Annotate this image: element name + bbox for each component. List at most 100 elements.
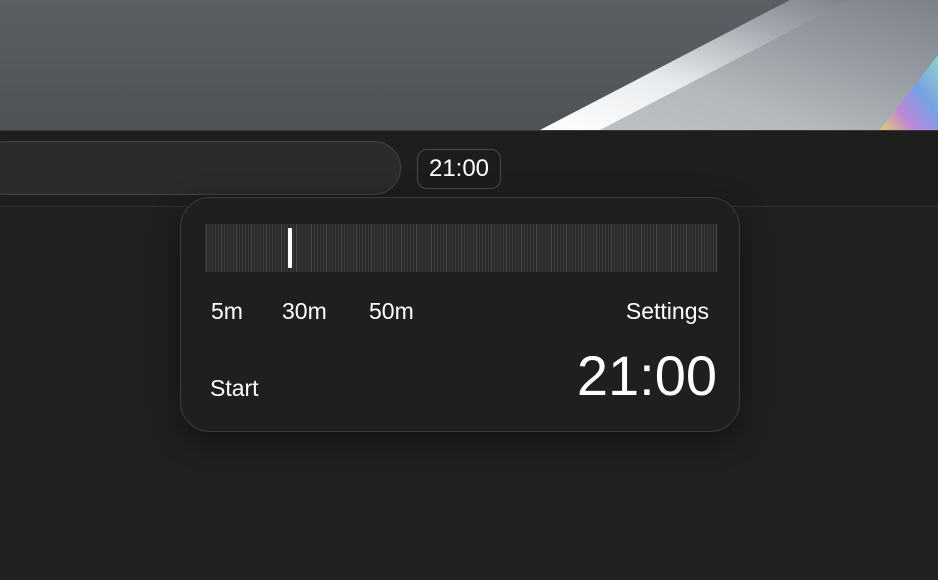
timer-time-chip[interactable]: 21:00	[417, 149, 501, 189]
slider-tick	[365, 224, 366, 272]
slider-tick	[707, 224, 708, 272]
slider-tick	[266, 224, 267, 272]
slider-tick	[272, 224, 273, 272]
start-button[interactable]: Start	[210, 375, 259, 401]
slider-tick	[575, 224, 576, 272]
slider-tick	[536, 224, 537, 272]
slider-tick	[710, 224, 711, 272]
slider-tick	[686, 224, 687, 272]
top-toolbar: 21:00	[0, 130, 938, 207]
slider-tick	[308, 224, 309, 272]
slider-tick	[506, 224, 507, 272]
slider-tick	[401, 224, 402, 272]
slider-tick	[659, 224, 660, 272]
slider-tick	[377, 224, 378, 272]
slider-tick	[413, 224, 414, 272]
slider-tick	[452, 224, 453, 272]
slider-tick	[539, 224, 540, 272]
slider-tick	[341, 224, 342, 272]
slider-tick	[611, 224, 612, 272]
preset-5m[interactable]: 5m	[211, 298, 243, 324]
duration-slider[interactable]	[205, 224, 717, 272]
slider-tick	[512, 224, 513, 272]
slider-tick	[638, 224, 639, 272]
slider-tick	[302, 224, 303, 272]
slider-tick	[689, 224, 690, 272]
slider-tick	[293, 224, 294, 272]
preset-50m[interactable]: 50m	[369, 298, 414, 324]
slider-tick	[446, 224, 447, 272]
slider-tick	[509, 224, 510, 272]
slider-tick	[497, 224, 498, 272]
slider-tick	[221, 224, 222, 272]
slider-tick	[404, 224, 405, 272]
slider-tick	[386, 224, 387, 272]
slider-tick	[269, 224, 270, 272]
slider-tick	[515, 224, 516, 272]
slider-tick	[281, 224, 282, 272]
slider-tick	[437, 224, 438, 272]
slider-tick	[383, 224, 384, 272]
slider-tick	[599, 224, 600, 272]
slider-tick	[650, 224, 651, 272]
slider-tick	[257, 224, 258, 272]
slider-tick	[482, 224, 483, 272]
slider-tick	[323, 224, 324, 272]
slider-tick	[488, 224, 489, 272]
slider-tick	[362, 224, 363, 272]
slider-tick	[674, 224, 675, 272]
slider-tick	[236, 224, 237, 272]
slider-tick	[440, 224, 441, 272]
slider-tick	[485, 224, 486, 272]
slider-tick	[614, 224, 615, 272]
timer-popup: 5m 30m 50m Settings Start 21:00	[180, 197, 740, 432]
slider-tick	[371, 224, 372, 272]
slider-tick	[578, 224, 579, 272]
slider-tick	[368, 224, 369, 272]
slider-tick	[374, 224, 375, 272]
slider-tick	[263, 224, 264, 272]
slider-tick	[350, 224, 351, 272]
wallpaper-graphic	[540, 0, 938, 130]
slider-tick	[245, 224, 246, 272]
slider-tick	[656, 224, 657, 272]
slider-tick	[395, 224, 396, 272]
slider-tick	[698, 224, 699, 272]
slider-handle[interactable]	[288, 228, 292, 268]
slider-tick	[296, 224, 297, 272]
slider-tick	[629, 224, 630, 272]
slider-tick	[521, 224, 522, 272]
slider-tick	[428, 224, 429, 272]
slider-tick	[299, 224, 300, 272]
slider-tick	[530, 224, 531, 272]
slider-tick	[632, 224, 633, 272]
slider-tick	[431, 224, 432, 272]
preset-30m[interactable]: 30m	[282, 298, 327, 324]
slider-tick	[227, 224, 228, 272]
slider-tick	[572, 224, 573, 272]
slider-tick	[626, 224, 627, 272]
slider-tick	[248, 224, 249, 272]
settings-link[interactable]: Settings	[626, 298, 709, 324]
slider-tick	[218, 224, 219, 272]
slider-tick	[278, 224, 279, 272]
slider-tick	[683, 224, 684, 272]
slider-tick	[545, 224, 546, 272]
search-bar[interactable]	[0, 141, 401, 195]
slider-tick	[635, 224, 636, 272]
slider-tick	[335, 224, 336, 272]
slider-tick	[491, 224, 492, 272]
slider-tick	[713, 224, 714, 272]
slider-tick	[410, 224, 411, 272]
slider-tick	[434, 224, 435, 272]
slider-tick	[653, 224, 654, 272]
slider-tick	[590, 224, 591, 272]
slider-tick	[419, 224, 420, 272]
slider-tick	[422, 224, 423, 272]
slider-tick	[260, 224, 261, 272]
slider-tick	[479, 224, 480, 272]
slider-tick	[620, 224, 621, 272]
slider-tick	[587, 224, 588, 272]
slider-tick	[524, 224, 525, 272]
slider-tick	[461, 224, 462, 272]
